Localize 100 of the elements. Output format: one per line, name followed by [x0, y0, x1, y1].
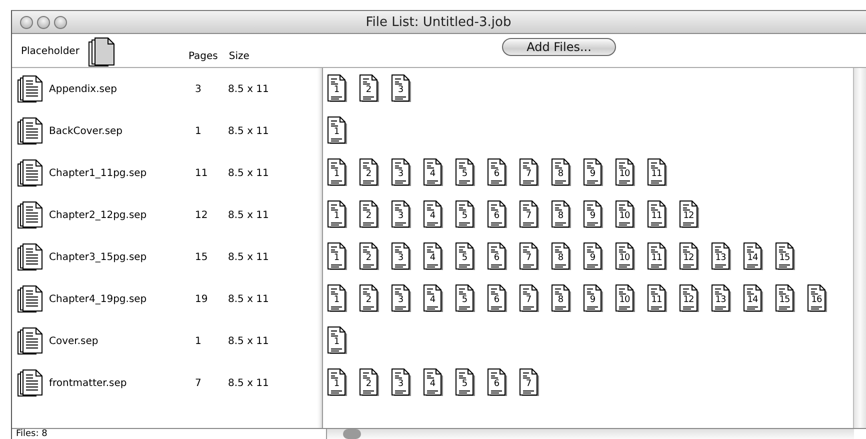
page-thumbnail[interactable]: 3 — [391, 74, 413, 104]
file-name: Chapter1_11pg.sep — [49, 168, 148, 178]
page-thumbnail[interactable]: 7 — [519, 158, 541, 188]
page-thumbnail[interactable]: 2 — [359, 284, 381, 314]
page-thumbnail[interactable]: 4 — [423, 284, 445, 314]
page-thumbnail[interactable]: 1 — [327, 74, 349, 104]
file-name: Chapter4_19pg.sep — [49, 294, 148, 304]
page-thumbnail[interactable]: 3 — [391, 368, 413, 398]
page-thumbnail[interactable]: 15 — [775, 242, 797, 272]
page-thumbnail[interactable]: 12 — [679, 284, 701, 314]
page-thumbnail[interactable]: 10 — [615, 200, 637, 230]
page-thumbnail[interactable]: 12 — [679, 242, 701, 272]
document-stack-icon — [17, 369, 43, 397]
page-thumbnail[interactable]: 1 — [327, 368, 349, 398]
window-title: File List: Untitled-3.job — [366, 14, 512, 30]
add-files-button[interactable]: Add Files... — [502, 38, 616, 56]
page-thumbnail[interactable]: 13 — [711, 284, 733, 314]
page-thumbnail[interactable]: 9 — [583, 284, 605, 314]
page-thumbnail[interactable]: 2 — [359, 242, 381, 272]
page-thumbnail[interactable]: 6 — [487, 368, 509, 398]
page-thumbnail[interactable]: 7 — [519, 284, 541, 314]
page-thumbnail[interactable]: 12 — [679, 200, 701, 230]
page-thumbnail[interactable]: 1 — [327, 200, 349, 230]
page-thumbnail[interactable]: 1 — [327, 158, 349, 188]
page-thumbnail[interactable]: 5 — [455, 284, 477, 314]
horizontal-scrollbar[interactable] — [327, 429, 854, 439]
page-thumbnail[interactable]: 3 — [391, 200, 413, 230]
page-thumbnail[interactable]: 2 — [359, 74, 381, 104]
page-thumbnail[interactable]: 8 — [551, 284, 573, 314]
page-thumbnail[interactable]: 2 — [359, 368, 381, 398]
page-thumbnail[interactable]: 9 — [583, 158, 605, 188]
page-size: 8.5 x 11 — [228, 294, 269, 304]
file-name: Cover.sep — [49, 336, 100, 346]
page-thumbnail[interactable]: 1 — [327, 116, 349, 146]
zoom-button[interactable] — [54, 16, 67, 28]
page-thumbnail[interactable]: 10 — [615, 158, 637, 188]
page-thumbnail[interactable]: 8 — [551, 158, 573, 188]
page-thumbnail[interactable]: 8 — [551, 242, 573, 272]
page-thumbnail[interactable]: 8 — [551, 200, 573, 230]
page-thumbnail[interactable]: 5 — [455, 242, 477, 272]
page-thumbnail[interactable]: 5 — [455, 200, 477, 230]
page-thumbnail[interactable]: 5 — [455, 368, 477, 398]
page-count: 3 — [195, 84, 202, 94]
page-thumbnail[interactable]: 16 — [807, 284, 829, 314]
placeholder-label: Placeholder — [21, 46, 80, 57]
page-thumbnail[interactable]: 11 — [647, 200, 669, 230]
page-thumbnail[interactable]: 11 — [647, 284, 669, 314]
page-thumbnail[interactable]: 6 — [487, 158, 509, 188]
page-thumbnail[interactable]: 14 — [743, 284, 765, 314]
file-name: BackCover.sep — [49, 126, 124, 136]
page-size: 8.5 x 11 — [228, 168, 269, 178]
page-size: 8.5 x 11 — [228, 210, 269, 220]
page-thumbnail[interactable]: 6 — [487, 242, 509, 272]
page-thumbnail[interactable]: 7 — [519, 368, 541, 398]
page-thumbnail[interactable]: 5 — [455, 158, 477, 188]
document-stack-icon — [17, 327, 43, 355]
page-thumbnail[interactable]: 1 — [327, 326, 349, 356]
page-thumbnail[interactable]: 7 — [519, 242, 541, 272]
minimize-button[interactable] — [37, 16, 50, 28]
page-thumbnail[interactable]: 4 — [423, 200, 445, 230]
page-thumbnail[interactable]: 13 — [711, 242, 733, 272]
page-size: 8.5 x 11 — [228, 126, 269, 136]
page-thumbnail[interactable]: 9 — [583, 200, 605, 230]
page-thumbnail[interactable]: 9 — [583, 242, 605, 272]
page-count: 1 — [195, 126, 202, 136]
page-count: 19 — [195, 294, 209, 304]
page-thumbnail[interactable]: 11 — [647, 158, 669, 188]
document-stack-icon — [17, 75, 43, 103]
close-button[interactable] — [20, 16, 33, 28]
page-thumbnail[interactable]: 3 — [391, 242, 413, 272]
page-size: 8.5 x 11 — [228, 378, 269, 388]
page-thumbnail[interactable]: 14 — [743, 242, 765, 272]
page-thumbnail[interactable]: 4 — [423, 158, 445, 188]
page-thumbnail[interactable]: 3 — [391, 284, 413, 314]
page-thumbnail[interactable]: 10 — [615, 284, 637, 314]
page-thumbnail[interactable]: 6 — [487, 284, 509, 314]
column-header[interactable]: Pages — [188, 51, 218, 62]
page-thumbnail[interactable]: 2 — [359, 158, 381, 188]
page-thumbnail[interactable]: 4 — [423, 242, 445, 272]
document-stack-icon — [17, 117, 43, 145]
file-name: frontmatter.sep — [49, 378, 128, 388]
column-header[interactable]: Size — [228, 51, 250, 62]
page-thumbnail[interactable]: 11 — [647, 242, 669, 272]
page-thumbnail[interactable]: 6 — [487, 200, 509, 230]
vertical-scrollbar[interactable] — [853, 68, 866, 428]
document-stack-icon — [17, 243, 43, 271]
document-stack-icon — [17, 201, 43, 229]
page-thumbnail[interactable]: 3 — [391, 158, 413, 188]
file-name: Chapter3_15pg.sep — [49, 252, 148, 262]
page-thumbnail[interactable]: 15 — [775, 284, 797, 314]
page-thumbnail[interactable]: 10 — [615, 242, 637, 272]
page-count: 11 — [195, 168, 209, 178]
page-thumbnail[interactable]: 7 — [519, 200, 541, 230]
page-thumbnail[interactable]: 1 — [327, 284, 349, 314]
page-count: 1 — [195, 336, 202, 346]
placeholder-icon[interactable] — [88, 37, 116, 67]
page-thumbnail[interactable]: 2 — [359, 200, 381, 230]
page-thumbnail[interactable]: 4 — [423, 368, 445, 398]
document-stack-icon — [17, 285, 43, 313]
page-thumbnail[interactable]: 1 — [327, 242, 349, 272]
